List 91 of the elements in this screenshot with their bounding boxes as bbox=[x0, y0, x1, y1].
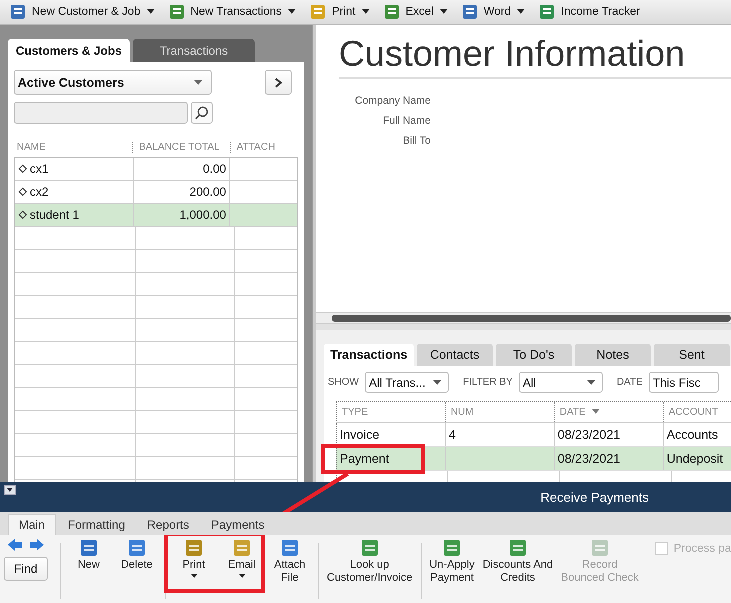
document-icon bbox=[281, 539, 299, 557]
back-arrow-icon[interactable] bbox=[8, 539, 22, 551]
document-icon bbox=[360, 539, 379, 557]
table-cell: 1,000.00 bbox=[180, 208, 226, 222]
form-title: Receive Payments bbox=[540, 490, 649, 504]
filter-label: SHOW bbox=[328, 377, 360, 388]
table-cell: Payment bbox=[340, 452, 390, 466]
toolbar-button[interactable]: New Customer & Job bbox=[10, 4, 155, 20]
view-dropdown[interactable]: Active Customers bbox=[14, 70, 212, 95]
filter-label: DATE bbox=[616, 377, 643, 388]
document-icon bbox=[462, 4, 478, 20]
filter-label: FILTER BY bbox=[463, 377, 513, 388]
bullet-icon bbox=[18, 188, 28, 196]
customer-row[interactable]: cx1 0.00 bbox=[15, 158, 297, 181]
sort-icon bbox=[592, 409, 600, 415]
tab[interactable]: Transactions bbox=[324, 344, 414, 366]
field-label: Company Name bbox=[355, 95, 431, 107]
ribbon-button[interactable]: Delete bbox=[117, 539, 157, 572]
bullet-icon bbox=[18, 164, 28, 174]
ribbon-button[interactable]: Attach File bbox=[270, 539, 310, 585]
column-header[interactable]: DATE bbox=[560, 406, 586, 418]
menu-icon[interactable] bbox=[4, 485, 16, 495]
toolbar-button[interactable]: Excel bbox=[384, 4, 448, 20]
table-cell: 200.00 bbox=[190, 185, 226, 199]
filter-dropdown[interactable]: All bbox=[518, 372, 603, 393]
document-icon bbox=[539, 4, 556, 20]
document-icon bbox=[168, 4, 185, 20]
document-icon bbox=[509, 539, 527, 557]
table-cell: 08/23/2021 bbox=[558, 428, 620, 442]
table-cell: Undeposit bbox=[666, 452, 724, 466]
filter-dropdown[interactable]: This Fisc bbox=[648, 372, 719, 393]
tab[interactable]: To Do's bbox=[496, 344, 572, 366]
search-field[interactable] bbox=[14, 102, 188, 124]
tab[interactable]: Notes bbox=[575, 344, 651, 366]
table-cell: cx2 bbox=[30, 185, 49, 199]
customer-row[interactable]: student 1 1,000.00 bbox=[15, 204, 297, 227]
table-cell: Accounts bbox=[666, 428, 718, 442]
field-label: Full Name bbox=[383, 115, 431, 127]
toolbar-button[interactable]: Income Tracker bbox=[539, 4, 640, 20]
search-icon bbox=[195, 106, 209, 120]
document-icon bbox=[384, 4, 400, 20]
scrollbar[interactable] bbox=[316, 312, 731, 324]
column-header[interactable]: NUM bbox=[450, 406, 474, 418]
chevron-right-icon bbox=[274, 78, 282, 88]
caret-icon bbox=[433, 380, 442, 386]
tab[interactable]: Sent bbox=[654, 344, 730, 366]
toolbar-button[interactable]: Word bbox=[462, 4, 526, 20]
ribbon-button[interactable]: Print bbox=[174, 539, 214, 585]
column-header[interactable]: TYPE bbox=[342, 406, 368, 418]
find-button[interactable]: Find bbox=[4, 557, 48, 581]
caret-icon bbox=[194, 80, 203, 86]
field-label: Bill To bbox=[403, 135, 431, 147]
expand-button[interactable] bbox=[265, 70, 292, 95]
section-title: Customer Information bbox=[339, 33, 731, 79]
filter-dropdown[interactable]: All Trans... bbox=[365, 372, 450, 393]
document-icon bbox=[310, 4, 326, 20]
document-icon bbox=[80, 539, 98, 557]
document-icon bbox=[185, 539, 203, 557]
document-icon bbox=[10, 4, 26, 20]
caret-icon bbox=[238, 574, 246, 579]
document-icon bbox=[591, 539, 609, 557]
ribbon-button[interactable]: Un-Apply Payment bbox=[430, 539, 475, 585]
bullet-icon bbox=[18, 210, 28, 220]
table-cell: 0.00 bbox=[203, 162, 226, 176]
tab[interactable]: Contacts bbox=[417, 344, 493, 366]
tab[interactable]: Transactions bbox=[133, 39, 255, 62]
column-header[interactable]: ATTACH bbox=[230, 142, 298, 152]
ribbon-button[interactable]: Discounts And Credits bbox=[482, 539, 554, 585]
document-icon bbox=[128, 539, 146, 557]
ribbon-button[interactable]: Email bbox=[222, 539, 262, 585]
table-cell: 4 bbox=[448, 428, 456, 442]
ribbon-tab[interactable]: Main bbox=[8, 514, 56, 535]
column-header[interactable]: BALANCE TOTAL bbox=[132, 142, 230, 152]
caret-icon bbox=[190, 574, 198, 579]
search-button[interactable] bbox=[191, 102, 213, 124]
table-cell: 08/23/2021 bbox=[558, 452, 620, 466]
toolbar-button[interactable]: Print bbox=[310, 4, 370, 20]
document-icon bbox=[443, 539, 462, 557]
caret-icon bbox=[586, 380, 596, 386]
tab[interactable]: Customers & Jobs bbox=[8, 39, 130, 62]
column-header[interactable]: ACCOUNT bbox=[668, 406, 718, 418]
ribbon-button[interactable]: Look up Customer/Invoice bbox=[327, 539, 413, 585]
toolbar-button[interactable]: New Transactions bbox=[168, 4, 296, 20]
forward-arrow-icon[interactable] bbox=[30, 539, 44, 551]
column-header[interactable]: NAME bbox=[14, 142, 132, 152]
table-cell: student 1 bbox=[30, 208, 80, 222]
transaction-row[interactable]: Payment 08/23/2021 Undeposit bbox=[336, 447, 731, 471]
table-cell: cx1 bbox=[30, 162, 49, 176]
table-cell: Invoice bbox=[340, 428, 380, 442]
ribbon-button[interactable]: New bbox=[69, 539, 109, 572]
document-icon bbox=[233, 539, 251, 557]
